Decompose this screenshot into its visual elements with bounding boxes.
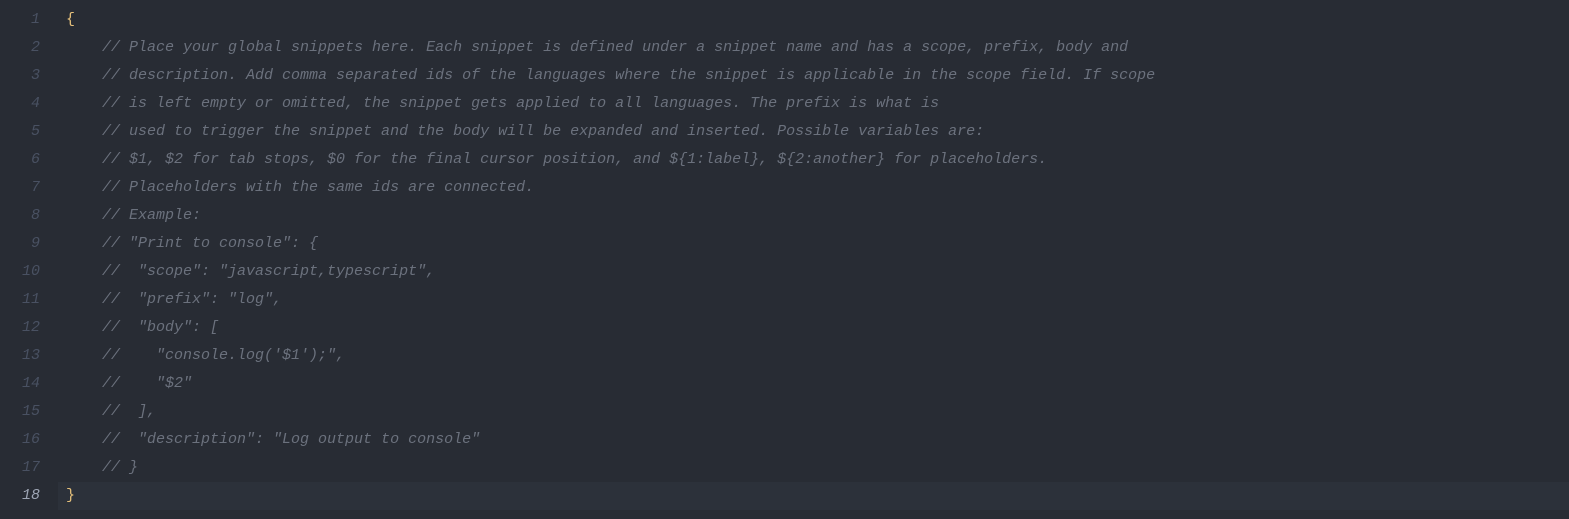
comment-token: // } bbox=[102, 459, 138, 476]
line-number: 13 bbox=[8, 342, 40, 370]
comment-token: // Example: bbox=[102, 207, 201, 224]
comment-token: // description. Add comma separated ids … bbox=[102, 67, 1155, 84]
line-number: 18 bbox=[8, 482, 40, 510]
code-line[interactable]: { bbox=[58, 6, 1569, 34]
line-number: 11 bbox=[8, 286, 40, 314]
comment-token: // $1, $2 for tab stops, $0 for the fina… bbox=[102, 151, 1047, 168]
comment-token: // "Print to console": { bbox=[102, 235, 318, 252]
code-line[interactable]: // "scope": "javascript,typescript", bbox=[58, 258, 1569, 286]
line-number: 5 bbox=[8, 118, 40, 146]
code-area[interactable]: { // Place your global snippets here. Ea… bbox=[58, 0, 1569, 519]
line-number: 16 bbox=[8, 426, 40, 454]
line-number: 3 bbox=[8, 62, 40, 90]
code-line[interactable]: // "description": "Log output to console… bbox=[58, 426, 1569, 454]
brace-token: } bbox=[66, 487, 75, 504]
line-number: 2 bbox=[8, 34, 40, 62]
comment-token: // "scope": "javascript,typescript", bbox=[102, 263, 435, 280]
line-number-gutter: 123456789101112131415161718 bbox=[0, 0, 58, 519]
code-line[interactable]: // used to trigger the snippet and the b… bbox=[58, 118, 1569, 146]
code-line[interactable]: } bbox=[58, 482, 1569, 510]
brace-token: { bbox=[66, 11, 75, 28]
code-editor[interactable]: 123456789101112131415161718 { // Place y… bbox=[0, 0, 1569, 519]
code-line[interactable]: // "Print to console": { bbox=[58, 230, 1569, 258]
line-number: 4 bbox=[8, 90, 40, 118]
line-number: 9 bbox=[8, 230, 40, 258]
comment-token: // "description": "Log output to console… bbox=[102, 431, 480, 448]
code-line[interactable]: // "prefix": "log", bbox=[58, 286, 1569, 314]
code-line[interactable]: // $1, $2 for tab stops, $0 for the fina… bbox=[58, 146, 1569, 174]
code-line[interactable]: // description. Add comma separated ids … bbox=[58, 62, 1569, 90]
code-line[interactable]: // } bbox=[58, 454, 1569, 482]
line-number: 15 bbox=[8, 398, 40, 426]
code-line[interactable]: // is left empty or omitted, the snippet… bbox=[58, 90, 1569, 118]
code-line[interactable]: // Placeholders with the same ids are co… bbox=[58, 174, 1569, 202]
line-number: 14 bbox=[8, 370, 40, 398]
line-number: 8 bbox=[8, 202, 40, 230]
comment-token: // ], bbox=[102, 403, 156, 420]
line-number: 12 bbox=[8, 314, 40, 342]
code-line[interactable]: // Place your global snippets here. Each… bbox=[58, 34, 1569, 62]
comment-token: // "console.log('$1');", bbox=[102, 347, 345, 364]
comment-token: // Place your global snippets here. Each… bbox=[102, 39, 1128, 56]
code-line[interactable]: // "body": [ bbox=[58, 314, 1569, 342]
line-number: 10 bbox=[8, 258, 40, 286]
line-number: 6 bbox=[8, 146, 40, 174]
code-line[interactable]: // "console.log('$1');", bbox=[58, 342, 1569, 370]
code-line[interactable]: // ], bbox=[58, 398, 1569, 426]
comment-token: // "prefix": "log", bbox=[102, 291, 282, 308]
code-line[interactable]: // Example: bbox=[58, 202, 1569, 230]
code-line[interactable]: // "$2" bbox=[58, 370, 1569, 398]
comment-token: // "body": [ bbox=[102, 319, 219, 336]
comment-token: // "$2" bbox=[102, 375, 192, 392]
comment-token: // used to trigger the snippet and the b… bbox=[102, 123, 984, 140]
line-number: 17 bbox=[8, 454, 40, 482]
comment-token: // Placeholders with the same ids are co… bbox=[102, 179, 534, 196]
comment-token: // is left empty or omitted, the snippet… bbox=[102, 95, 939, 112]
line-number: 7 bbox=[8, 174, 40, 202]
line-number: 1 bbox=[8, 6, 40, 34]
